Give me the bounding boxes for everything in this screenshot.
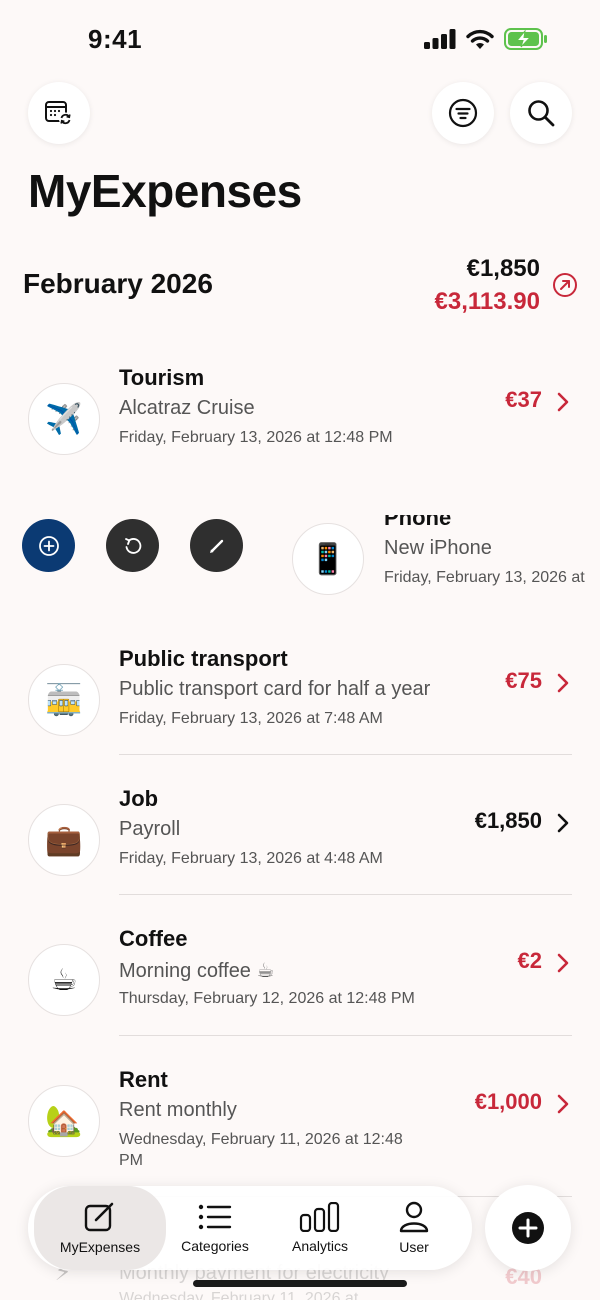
transaction-date: Friday, February 13, 2026 at [384,569,585,586]
filter-button[interactable] [432,82,494,144]
briefcase-icon: 💼 [28,804,100,876]
plus-circle-icon [38,535,59,556]
transaction-category: Rent [119,1067,168,1092]
tab-label: MyExpenses [59,1239,141,1255]
transaction-category: Coffee [119,926,188,951]
airplane-icon: ✈️ [28,383,100,455]
transaction-description: Payroll [119,818,181,840]
search-button[interactable] [510,82,572,144]
tab-label: User [399,1239,429,1255]
transaction-description: Rent monthly [119,1099,237,1121]
transaction-date: Thursday, February 12, 2026 at 12:48 PM [119,990,415,1007]
house-icon: 🏡 [28,1085,100,1157]
edit-square-icon [84,1202,114,1232]
mobile-phone-icon: 📱 [292,523,364,595]
transaction-row-tourism[interactable]: ✈️ Tourism Alcatraz Cruise Friday, Febru… [0,365,600,505]
pencil-icon [209,539,223,553]
calendar-sync-icon [45,101,72,126]
cellular-signal-icon [424,29,456,49]
wifi-icon [466,29,494,49]
add-expense-button[interactable] [485,1185,571,1271]
income-total: €1,850 [466,255,540,282]
home-indicator [193,1280,407,1287]
transaction-category: Public transport [119,646,288,671]
transaction-amount: €75 [505,668,542,693]
tab-analytics[interactable]: Analytics [270,1186,370,1270]
bar-chart-icon [299,1202,340,1232]
person-icon [399,1201,429,1233]
transaction-category: Job [119,786,159,811]
transaction-date: Wednesday, February 11, 2026 at [119,1290,359,1300]
transaction-description: Alcatraz Cruise [119,397,255,419]
transaction-date: Wednesday, February 11, 2026 at 12:48 PM [119,1131,403,1169]
arrow-up-right-circle-icon[interactable] [552,272,578,298]
transaction-row-public-transport[interactable]: 🚋 Public transport Public transport card… [0,646,600,786]
chevron-right-icon [557,813,569,833]
expense-total: €3,113.90 [434,288,540,315]
transaction-date: Friday, February 13, 2026 at 4:48 AM [119,850,383,867]
transaction-description: Public transport card for half a year [119,678,431,700]
transaction-category: Tourism [119,365,205,390]
filter-icon [448,98,478,128]
calendar-sync-button[interactable] [28,82,90,144]
tab-label: Analytics [291,1238,349,1254]
chevron-right-icon [557,673,569,693]
undo-icon [124,537,141,554]
transaction-date: Friday, February 13, 2026 at 7:48 AM [119,710,383,727]
chevron-right-icon [557,1094,569,1114]
transaction-amount: €1,850 [474,808,542,833]
add-action-button[interactable] [22,519,75,572]
transaction-amount: €37 [505,387,542,412]
search-icon [528,100,555,127]
transaction-description: Morning coffee ☕ [119,960,275,982]
list-icon [198,1204,232,1230]
row-divider [119,894,572,895]
tab-bar: MyExpenses Categories Analytics User [28,1186,472,1270]
tram-icon: 🚋 [28,664,100,736]
battery-charging-icon [504,28,547,50]
chevron-right-icon [557,392,569,412]
tab-user[interactable]: User [374,1186,454,1270]
chevron-right-icon [557,953,569,973]
tab-categories[interactable]: Categories [166,1186,264,1270]
tab-label: Categories [181,1238,249,1254]
transaction-amount: €1,000 [474,1089,542,1114]
transaction-amount: €2 [517,948,542,973]
transaction-category: Phone [384,515,452,530]
transaction-row-phone[interactable]: 📱 Phone New iPhone Friday, February 13, … [264,515,600,645]
transaction-description: New iPhone [384,537,492,559]
edit-action-button[interactable] [190,519,243,572]
row-divider [119,1035,572,1036]
status-time: 9:41 [88,24,143,54]
coffee-icon: ☕ [28,944,100,1016]
page-title: MyExpenses [28,165,302,217]
plus-circle-icon [512,1212,544,1244]
undo-action-button[interactable] [106,519,159,572]
transaction-row-coffee[interactable]: ☕ Coffee Morning coffee ☕ Thursday, Febr… [0,926,600,1066]
transaction-date: Friday, February 13, 2026 at 12:48 PM [119,429,393,446]
tab-myexpenses[interactable]: MyExpenses [34,1186,166,1270]
transaction-row-job[interactable]: 💼 Job Payroll Friday, February 13, 2026 … [0,786,600,926]
month-label: February 2026 [23,268,213,299]
status-icons [424,28,548,50]
row-divider [119,754,572,755]
